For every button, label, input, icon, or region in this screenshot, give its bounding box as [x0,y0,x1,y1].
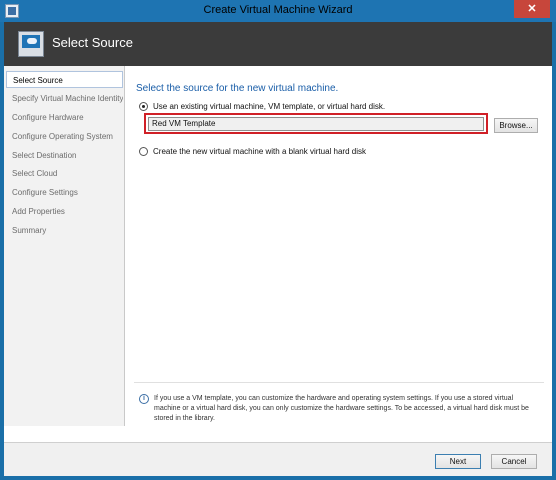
nav-item-add-properties[interactable]: Add Properties [6,203,123,220]
wizard-nav: Select Source Specify Virtual Machine Id… [4,66,125,426]
nav-item-select-cloud[interactable]: Select Cloud [6,165,123,182]
info-text: If you use a VM template, you can custom… [154,395,529,422]
content-area: Select Source Specify Virtual Machine Id… [4,66,552,442]
footer-bar: Next Cancel [4,442,552,476]
close-button[interactable]: ✕ [514,0,550,18]
nav-item-vm-identity[interactable]: Specify Virtual Machine Identity [6,90,123,107]
source-field[interactable]: Red VM Template [148,117,484,131]
cancel-button[interactable]: Cancel [491,454,537,469]
browse-button[interactable]: Browse... [494,118,538,133]
blank-disk-radio[interactable] [139,147,148,156]
nav-item-configure-hardware[interactable]: Configure Hardware [6,109,123,126]
next-button[interactable]: Next [435,454,481,469]
nav-item-configure-os[interactable]: Configure Operating System [6,128,123,145]
wizard-icon [18,31,44,57]
wizard-window: Create Virtual Machine Wizard ✕ Select S… [0,0,556,480]
window-title: Create Virtual Machine Wizard [203,4,353,16]
header-banner: Select Source [4,22,552,66]
existing-source-label[interactable]: Use an existing virtual machine, VM temp… [153,102,385,111]
existing-source-radio[interactable] [139,102,148,111]
nav-item-configure-settings[interactable]: Configure Settings [6,184,123,201]
section-heading: Select the source for the new virtual ma… [136,83,339,94]
nav-item-select-destination[interactable]: Select Destination [6,147,123,164]
nav-item-select-source[interactable]: Select Source [6,71,123,88]
nav-item-summary[interactable]: Summary [6,222,123,239]
main-panel: Select the source for the new virtual ma… [126,66,552,442]
blank-disk-label[interactable]: Create the new virtual machine with a bl… [153,147,366,156]
info-divider [134,382,544,383]
title-bar[interactable]: Create Virtual Machine Wizard ✕ [0,0,556,22]
page-title: Select Source [52,35,133,50]
info-icon: i [139,394,149,404]
